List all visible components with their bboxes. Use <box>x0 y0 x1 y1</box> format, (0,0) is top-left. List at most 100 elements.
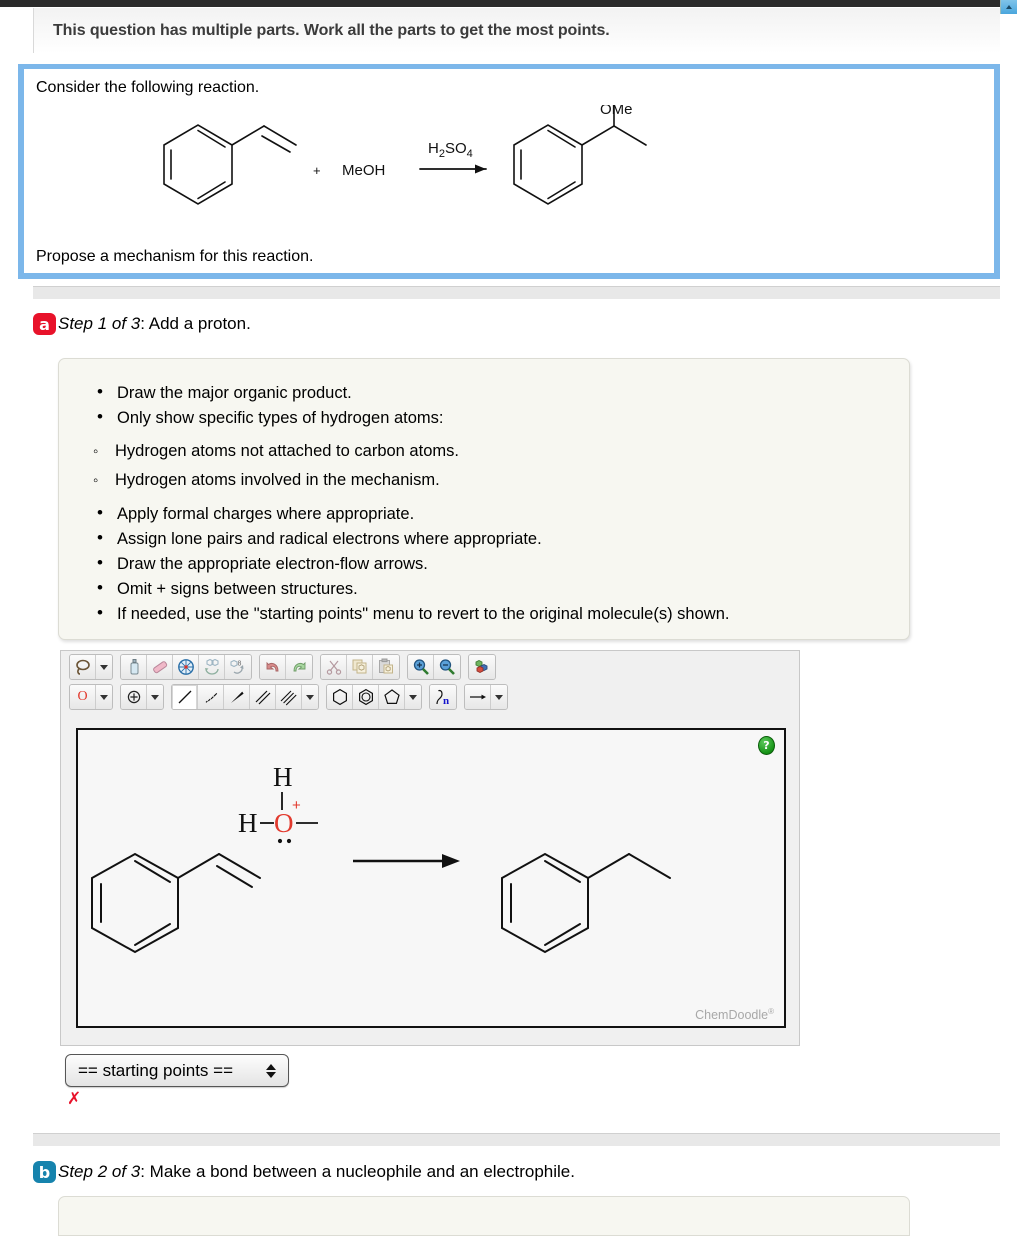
help-icon[interactable]: ? <box>758 736 775 755</box>
list-item: Apply formal charges where appropriate. <box>97 501 895 527</box>
undo-icon[interactable] <box>260 655 286 679</box>
chemdoodle-watermark: ChemDoodle® <box>695 1007 774 1022</box>
step-b-suffix: : Make a bond between a nucleophile and … <box>140 1162 575 1181</box>
step-b-prefix: Step 2 of 3 <box>58 1162 141 1181</box>
chevron-down-icon[interactable] <box>147 685 163 709</box>
list-item: Omit + signs between structures. <box>97 576 895 602</box>
electron-flow-group: n <box>429 684 457 710</box>
lone-pair-dot <box>286 838 292 844</box>
step-b-header: b Step 2 of 3: Make a bond between a nuc… <box>33 1161 575 1183</box>
charge-plus-icon[interactable] <box>121 685 147 709</box>
copy-icon[interactable] <box>347 655 373 679</box>
scrollbar-up-arrow[interactable] <box>1000 0 1017 14</box>
reaction-scheme-figure: + MeOH H2SO4 OMe <box>134 101 674 235</box>
step-a-label: Step 1 of 3: Add a proton. <box>58 314 251 334</box>
oxonium-h-left-label: H <box>238 808 258 838</box>
list-item: Draw the major organic product. <box>97 380 895 406</box>
canvas-structures-svg: H H O + <box>91 762 671 954</box>
list-item: Hydrogen atoms involved in the mechanism… <box>93 466 895 495</box>
window-top-strip <box>0 0 1017 7</box>
aromatic-ring-icon[interactable] <box>353 685 379 709</box>
instructions-list-continued: Apply formal charges where appropriate. … <box>77 501 895 627</box>
single-bond-icon[interactable] <box>172 685 198 709</box>
sketcher-toolbar-row-2: O n <box>61 681 799 711</box>
starting-points-select[interactable]: == starting points == <box>65 1054 289 1087</box>
question-outro-text: Propose a mechanism for this reaction. <box>36 248 314 265</box>
plus-sign-label: + <box>313 163 321 178</box>
flip-horizontal-icon[interactable] <box>199 655 225 679</box>
wedge-bond-icon[interactable] <box>224 685 250 709</box>
section-separator <box>33 286 1000 299</box>
ethylbenzene-structure <box>501 852 671 954</box>
select-stepper-icon[interactable] <box>266 1063 276 1078</box>
color-atoms-icon[interactable] <box>469 655 495 679</box>
instructions-list: Draw the major organic product. Only sho… <box>77 380 895 431</box>
flip-vertical-icon[interactable]: 8 <box>225 655 251 679</box>
cut-icon[interactable] <box>321 655 347 679</box>
list-item: Hydrogen atoms not attached to carbon at… <box>93 437 895 466</box>
list-item: Only show specific types of hydrogen ato… <box>97 405 895 431</box>
color-group <box>468 654 496 680</box>
section-separator <box>33 1133 1000 1146</box>
chevron-down-icon <box>266 1071 276 1078</box>
lasso-select-icon[interactable] <box>70 655 96 679</box>
instructions-panel: Draw the major organic product. Only sho… <box>58 358 910 640</box>
chemdoodle-sketcher[interactable]: 8 O n ? H H O + ChemDoodle® <box>60 650 800 1046</box>
hash-bond-icon[interactable] <box>198 685 224 709</box>
bond-group <box>171 684 319 710</box>
scrollbar-track[interactable] <box>1000 14 1017 1206</box>
center-molecule-icon[interactable] <box>173 655 199 679</box>
chevron-down-icon[interactable] <box>405 685 421 709</box>
reaction-arrow-icon[interactable] <box>465 685 491 709</box>
reaction-arrow-group <box>464 684 508 710</box>
svg-text:8: 8 <box>238 661 242 668</box>
starting-points-selected-label: == starting points == <box>78 1060 233 1080</box>
sketcher-toolbar-row-1: 8 <box>61 651 799 681</box>
question-prompt-box: Consider the following reaction. + MeOH … <box>18 64 1000 279</box>
cyclopentane-ring-icon[interactable] <box>379 685 405 709</box>
benzene-ring-icon[interactable] <box>327 685 353 709</box>
zoom-out-icon[interactable] <box>434 655 460 679</box>
next-instructions-panel <box>58 1196 910 1236</box>
chevron-up-icon <box>266 1063 276 1070</box>
step-b-badge: b <box>33 1161 56 1183</box>
eraser-icon[interactable] <box>147 655 173 679</box>
select-tool-group <box>69 654 113 680</box>
product-substituent-label: OMe <box>600 105 633 118</box>
lone-pair-dot <box>277 838 283 844</box>
step-a-badge: a <box>33 313 56 335</box>
svg-text:n: n <box>443 695 449 707</box>
instructions-sublist: Hydrogen atoms not attached to carbon at… <box>77 437 895 495</box>
triple-bond-icon[interactable] <box>276 685 302 709</box>
atom-label-o-icon[interactable]: O <box>70 685 96 709</box>
atom-label-o-text: O <box>77 689 88 704</box>
redo-icon[interactable] <box>286 655 312 679</box>
reaction-scheme-svg: + MeOH H2SO4 OMe <box>163 101 647 205</box>
chevron-down-icon[interactable] <box>96 655 112 679</box>
chevron-down-icon[interactable] <box>96 685 112 709</box>
oxonium-charge-label: + <box>292 797 301 814</box>
styrene-structure <box>91 852 261 954</box>
incorrect-answer-mark: ✗ <box>67 1089 82 1109</box>
reaction-arrow-head <box>475 164 486 174</box>
electron-flow-arrow-icon[interactable]: n <box>430 685 456 709</box>
sketcher-canvas[interactable]: ? H H O + ChemDoodle® <box>76 728 786 1028</box>
atom-label-group: O <box>69 684 113 710</box>
step-a-suffix: : Add a proton. <box>140 314 251 333</box>
chemdoodle-watermark-text: ChemDoodle <box>695 1008 769 1022</box>
canvas-reaction-arrow <box>353 854 460 868</box>
clipboard-group <box>320 654 400 680</box>
undo-redo-group <box>259 654 313 680</box>
step-a-header: a Step 1 of 3: Add a proton. <box>33 313 251 335</box>
multipart-notice-text: This question has multiple parts. Work a… <box>53 21 610 39</box>
double-bond-icon[interactable] <box>250 685 276 709</box>
multipart-notice-banner: This question has multiple parts. Work a… <box>33 8 1000 53</box>
zoom-in-icon[interactable] <box>408 655 434 679</box>
chevron-down-icon[interactable] <box>491 685 507 709</box>
clear-canvas-icon[interactable] <box>121 655 147 679</box>
chevron-down-icon[interactable] <box>302 685 318 709</box>
oxonium-o-label: O <box>274 808 294 838</box>
paste-icon[interactable] <box>373 655 399 679</box>
reagent-label: H2SO4 <box>428 140 473 160</box>
step-a-prefix: Step 1 of 3 <box>58 314 141 333</box>
